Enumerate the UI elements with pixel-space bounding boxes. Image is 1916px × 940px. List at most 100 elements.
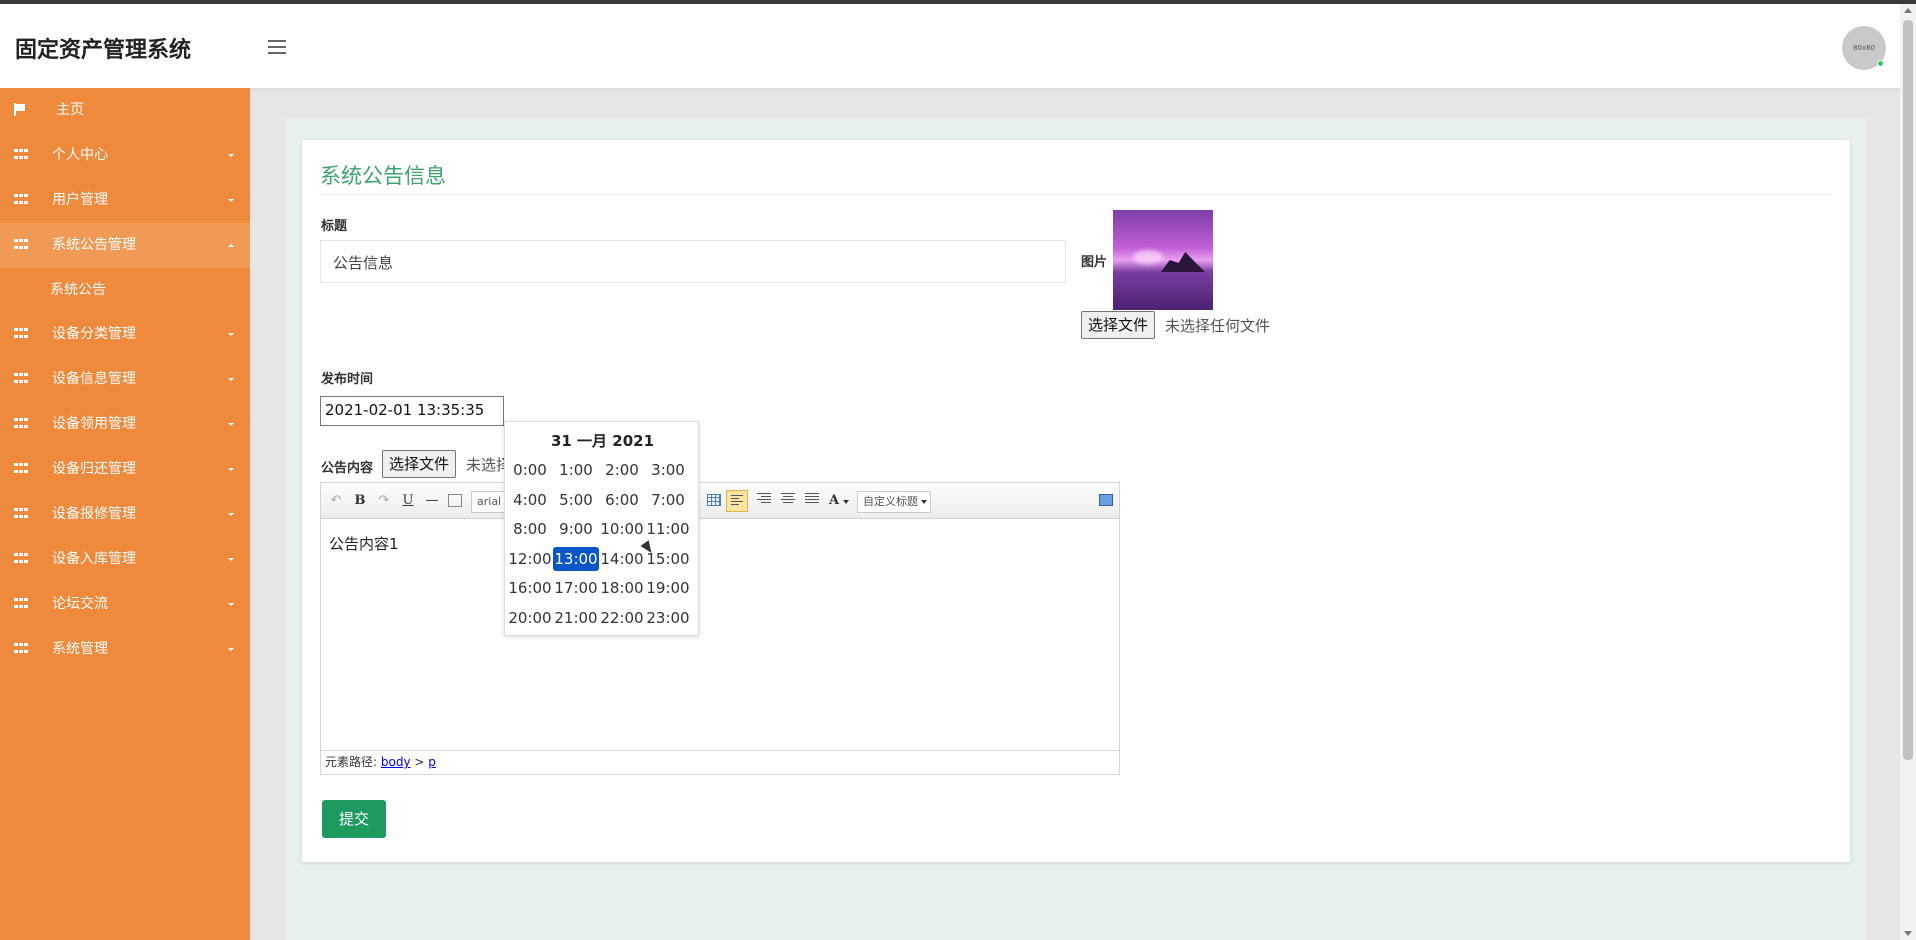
- grid-icon: [14, 194, 28, 206]
- sidebar-item-users[interactable]: 用户管理: [0, 178, 250, 223]
- sidebar-item-label: 系统管理: [52, 641, 108, 657]
- hour-option[interactable]: 1:00: [553, 458, 599, 482]
- sidebar-item-label: 设备归还管理: [52, 461, 136, 477]
- submit-button[interactable]: 提交: [322, 800, 386, 838]
- avatar[interactable]: 80x80: [1842, 26, 1886, 70]
- sidebar-item-label: 个人中心: [52, 147, 108, 163]
- hour-option[interactable]: 12:00: [507, 547, 553, 571]
- undo-icon[interactable]: ↶: [329, 492, 343, 510]
- hour-option[interactable]: 5:00: [553, 488, 599, 512]
- redo-icon[interactable]: ↷: [377, 492, 391, 510]
- hour-option[interactable]: 6:00: [599, 488, 645, 512]
- hour-option[interactable]: 20:00: [507, 606, 553, 630]
- grid-icon: [14, 328, 28, 340]
- font-family-value: arial: [477, 495, 502, 508]
- sidebar-item-label: 设备分类管理: [52, 326, 136, 342]
- sidebar-item-device-return[interactable]: 设备归还管理: [0, 447, 250, 492]
- path-p-link[interactable]: p: [428, 755, 436, 769]
- align-justify-icon[interactable]: [805, 493, 819, 507]
- scroll-up-icon[interactable]: [1904, 8, 1912, 13]
- font-color-button[interactable]: A: [827, 492, 841, 510]
- divider: [320, 194, 1832, 195]
- hour-option[interactable]: 17:00: [553, 576, 599, 600]
- caret-up-icon: [228, 244, 234, 247]
- online-status-icon: [1877, 60, 1884, 67]
- title-label: 标题: [321, 219, 348, 234]
- caret-down-icon: [228, 154, 234, 157]
- page-icon[interactable]: [448, 494, 462, 507]
- sidebar-item-label: 设备领用管理: [52, 416, 136, 432]
- sidebar-subitem-announcement[interactable]: 系统公告: [0, 268, 250, 312]
- table-icon[interactable]: [707, 494, 721, 506]
- scroll-down-icon[interactable]: [1904, 931, 1912, 936]
- publish-time-input[interactable]: 2021-02-01 13:35:35: [320, 396, 504, 426]
- grid-icon: [14, 239, 28, 251]
- hour-option[interactable]: 23:00: [645, 606, 691, 630]
- page-scrollbar[interactable]: [1900, 4, 1916, 940]
- sidebar: 主页 个人中心 用户管理 系统公告管理 系统公告 设备分类管理 设备信息管理 设…: [0, 88, 250, 940]
- caret-down-icon: [228, 199, 234, 202]
- image-label: 图片: [1081, 255, 1108, 270]
- caret-down-icon: [228, 378, 234, 381]
- sidebar-item-device-stockin[interactable]: 设备入库管理: [0, 537, 250, 582]
- align-left-icon[interactable]: [726, 490, 748, 512]
- hour-option[interactable]: 3:00: [645, 458, 691, 482]
- align-right-icon[interactable]: [757, 493, 771, 507]
- align-center-icon[interactable]: [781, 493, 795, 507]
- font-family-select[interactable]: arial: [471, 491, 505, 513]
- sidebar-item-forum[interactable]: 论坛交流: [0, 582, 250, 627]
- path-body-link[interactable]: body: [381, 755, 411, 769]
- caret-down-icon: [228, 648, 234, 651]
- bold-button[interactable]: B: [353, 492, 367, 510]
- content-file-button[interactable]: 选择文件: [382, 450, 457, 478]
- sidebar-item-device-borrow[interactable]: 设备领用管理: [0, 402, 250, 447]
- grid-icon: [14, 598, 28, 610]
- hour-option[interactable]: 18:00: [599, 576, 645, 600]
- hour-option[interactable]: 16:00: [507, 576, 553, 600]
- sidebar-item-device-repair[interactable]: 设备报修管理: [0, 492, 250, 537]
- grid-icon: [14, 508, 28, 520]
- hour-option[interactable]: 4:00: [507, 488, 553, 512]
- grid-icon: [14, 149, 28, 161]
- font-color-dropdown-icon[interactable]: [843, 491, 849, 513]
- sidebar-item-device-category[interactable]: 设备分类管理: [0, 312, 250, 357]
- time-picker-date: 31 一月 2021: [550, 432, 655, 450]
- time-picker-dropdown: 31 一月 2021 0:00 1:00 2:00 3:00 4:00 5:00 6:00 7…: [504, 421, 699, 636]
- fullscreen-icon[interactable]: [1099, 494, 1113, 506]
- rich-text-editor: ↶ B ↷ U — arial A 自定义标题 公告内容1 元素路径: body…: [320, 482, 1120, 775]
- underline-button[interactable]: U: [401, 492, 415, 510]
- hour-option[interactable]: 8:00: [507, 517, 553, 541]
- publish-time-label: 发布时间: [321, 372, 374, 387]
- page-title: 系统公告信息: [320, 164, 446, 188]
- sidebar-item-profile[interactable]: 个人中心: [0, 133, 250, 178]
- hour-option[interactable]: 0:00: [507, 458, 553, 482]
- sidebar-item-device-info[interactable]: 设备信息管理: [0, 357, 250, 402]
- caret-down-icon: [228, 558, 234, 561]
- caret-down-icon: [228, 468, 234, 471]
- sidebar-item-system[interactable]: 系统管理: [0, 627, 250, 672]
- hour-option[interactable]: 22:00: [599, 606, 645, 630]
- hour-option[interactable]: 14:00: [599, 547, 645, 571]
- image-file-button[interactable]: 选择文件: [1081, 311, 1156, 339]
- sidebar-item-announcements[interactable]: 系统公告管理: [0, 223, 250, 268]
- hour-option[interactable]: 19:00: [645, 576, 691, 600]
- scroll-thumb[interactable]: [1903, 20, 1913, 760]
- heading-select[interactable]: 自定义标题: [857, 491, 931, 513]
- hour-option[interactable]: 9:00: [553, 517, 599, 541]
- horizontal-rule-button[interactable]: —: [424, 492, 440, 510]
- hour-option[interactable]: 21:00: [553, 606, 599, 630]
- sidebar-item-label: 设备入库管理: [52, 551, 136, 567]
- hour-option[interactable]: 13:00: [553, 546, 599, 571]
- hour-option[interactable]: 11:00: [645, 517, 691, 541]
- editor-content[interactable]: 公告内容1: [329, 533, 399, 554]
- hour-option[interactable]: 2:00: [599, 458, 645, 482]
- menu-toggle-icon[interactable]: [268, 40, 286, 54]
- editor-toolbar: ↶ B ↷ U — arial A 自定义标题: [321, 483, 1119, 519]
- hour-option[interactable]: 7:00: [645, 488, 691, 512]
- element-path: 元素路径: body > p: [321, 750, 1119, 774]
- sidebar-item-home[interactable]: 主页: [0, 88, 250, 133]
- title-input[interactable]: 公告信息: [320, 240, 1066, 283]
- sidebar-item-label: 用户管理: [52, 192, 108, 208]
- hour-option[interactable]: 10:00: [599, 517, 645, 541]
- caret-down-icon: [228, 333, 234, 336]
